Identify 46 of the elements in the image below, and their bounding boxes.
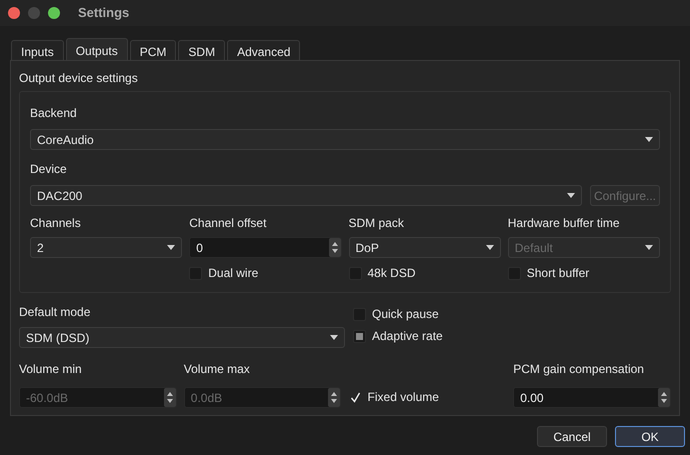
- stepper-icon[interactable]: [328, 238, 340, 257]
- zoom-icon[interactable]: [48, 7, 60, 19]
- stepper-icon[interactable]: [658, 388, 670, 407]
- dialog-button[interactable]: Cancel: [537, 426, 607, 447]
- tab[interactable]: SDM: [178, 40, 226, 60]
- checkbox-label: Short buffer: [526, 265, 590, 282]
- field-label: Default mode: [19, 304, 92, 321]
- caret-icon: [167, 245, 176, 250]
- checkbox-label: Adaptive rate: [372, 328, 443, 345]
- caret-icon: [645, 245, 653, 250]
- field-label: Output device settings: [19, 70, 139, 87]
- checkbox[interactable]: [348, 390, 362, 404]
- dialog-button[interactable]: OK: [615, 426, 685, 447]
- caret-icon: [330, 335, 338, 340]
- checkbox-label: 48k DSD: [368, 265, 416, 282]
- checkbox-label: Fixed volume: [368, 389, 439, 406]
- tab[interactable]: Inputs: [11, 40, 64, 60]
- tab[interactable]: Outputs: [66, 38, 128, 60]
- caret-icon: [486, 245, 494, 250]
- partial-mark-icon: [356, 332, 363, 340]
- field-label: Backend: [30, 105, 78, 122]
- field-label: Channel offset: [189, 215, 268, 232]
- spin-field[interactable]: 0.00: [513, 387, 671, 408]
- close-icon[interactable]: [8, 7, 20, 19]
- checkbox-label: Quick pause: [372, 306, 439, 323]
- field-label: SDM pack: [348, 215, 405, 232]
- dropdown[interactable]: CoreAudio: [30, 129, 660, 150]
- dropdown[interactable]: DoP: [348, 237, 501, 258]
- checkbox[interactable]: [353, 330, 366, 342]
- field-label: Device: [30, 161, 68, 178]
- tab[interactable]: PCM: [130, 40, 176, 60]
- field-label: Hardware buffer time: [508, 215, 621, 232]
- check-icon: [350, 392, 361, 402]
- dropdown[interactable]: DAC200: [30, 185, 582, 206]
- caret-icon: [567, 193, 575, 198]
- spin-field[interactable]: 0: [189, 237, 342, 258]
- field-label: Volume min: [19, 361, 83, 378]
- field-label: Channels: [30, 215, 82, 232]
- field-label: PCM gain compensation: [513, 361, 645, 378]
- window-title: Settings: [78, 4, 130, 22]
- field-label: Volume max: [184, 361, 251, 378]
- dropdown[interactable]: SDM (DSD): [19, 327, 345, 348]
- caret-icon: [645, 137, 653, 142]
- dropdown[interactable]: 2: [30, 237, 182, 258]
- checkbox-label: Dual wire: [208, 265, 258, 282]
- tab[interactable]: Advanced: [227, 40, 300, 60]
